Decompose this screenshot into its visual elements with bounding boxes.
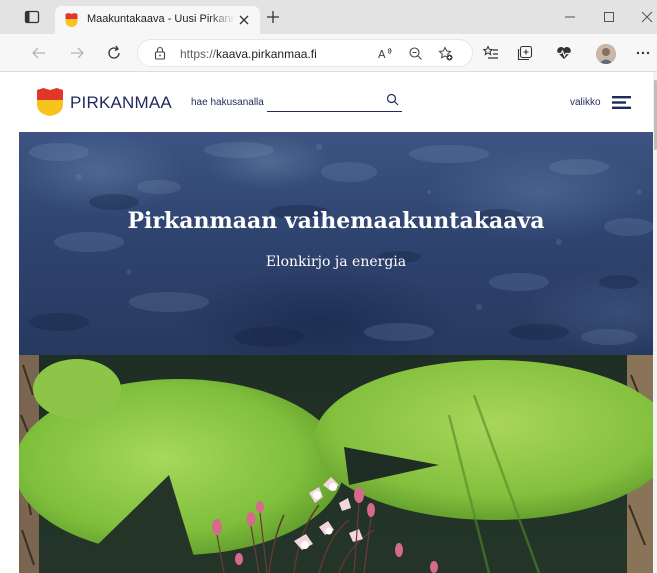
profile-picture-icon <box>596 44 616 64</box>
stone-texture-background <box>29 142 653 347</box>
more-icon[interactable] <box>635 45 651 61</box>
hero-image <box>19 355 653 573</box>
plus-icon[interactable] <box>266 10 280 24</box>
arrow-right-icon[interactable] <box>69 45 85 61</box>
heart-pulse-icon[interactable] <box>556 45 572 61</box>
menu-label[interactable]: valikko <box>570 97 601 108</box>
zoom-out-icon[interactable] <box>408 46 423 61</box>
tab-title: Maakuntakaava - Uusi Pirkanmaa <box>87 13 235 25</box>
maximize-icon[interactable] <box>602 10 616 24</box>
hero-title: Pirkanmaan vaihemaakuntakaava <box>127 208 545 234</box>
logo-text[interactable]: PIRKANMAA <box>70 93 172 113</box>
collections-icon[interactable] <box>517 45 533 61</box>
svg-text:A: A <box>378 48 386 61</box>
read-aloud-icon[interactable]: A <box>378 46 393 61</box>
hero-subtitle: Elonkirjo ja energia <box>265 254 407 270</box>
pirkanmaa-favicon-icon <box>65 13 78 27</box>
search-icon[interactable] <box>386 93 399 106</box>
address-bar[interactable]: https://kaava.pirkanmaa.fi A <box>137 39 473 67</box>
site-header: PIRKANMAA hae hakusanalla valikko <box>0 72 657 132</box>
arrow-left-icon[interactable] <box>31 45 47 61</box>
url-text: https://kaava.pirkanmaa.fi <box>180 47 317 61</box>
close-icon[interactable] <box>238 14 250 26</box>
refresh-icon[interactable] <box>106 45 122 61</box>
water-lily-photo <box>19 355 653 573</box>
star-add-icon[interactable] <box>438 46 453 61</box>
browser-tab[interactable]: Maakuntakaava - Uusi Pirkanmaa <box>55 6 260 34</box>
browser-toolbar: https://kaava.pirkanmaa.fi A <box>0 34 657 72</box>
lock-icon[interactable] <box>153 46 167 60</box>
search-label: hae hakusanalla <box>191 97 264 108</box>
tab-strip: Maakuntakaava - Uusi Pirkanmaa <box>0 0 657 34</box>
favorites-list-icon[interactable] <box>483 45 499 61</box>
search-input[interactable] <box>267 92 402 112</box>
tab-actions-icon[interactable] <box>24 9 40 25</box>
hamburger-menu-icon[interactable] <box>612 96 631 109</box>
minimize-icon[interactable] <box>563 10 577 24</box>
window-close-icon[interactable] <box>640 10 654 24</box>
avatar[interactable] <box>596 44 616 64</box>
pirkanmaa-logo-icon[interactable] <box>36 88 64 116</box>
hero-banner: Pirkanmaan vaihemaakuntakaava Elonkirjo … <box>19 132 653 355</box>
